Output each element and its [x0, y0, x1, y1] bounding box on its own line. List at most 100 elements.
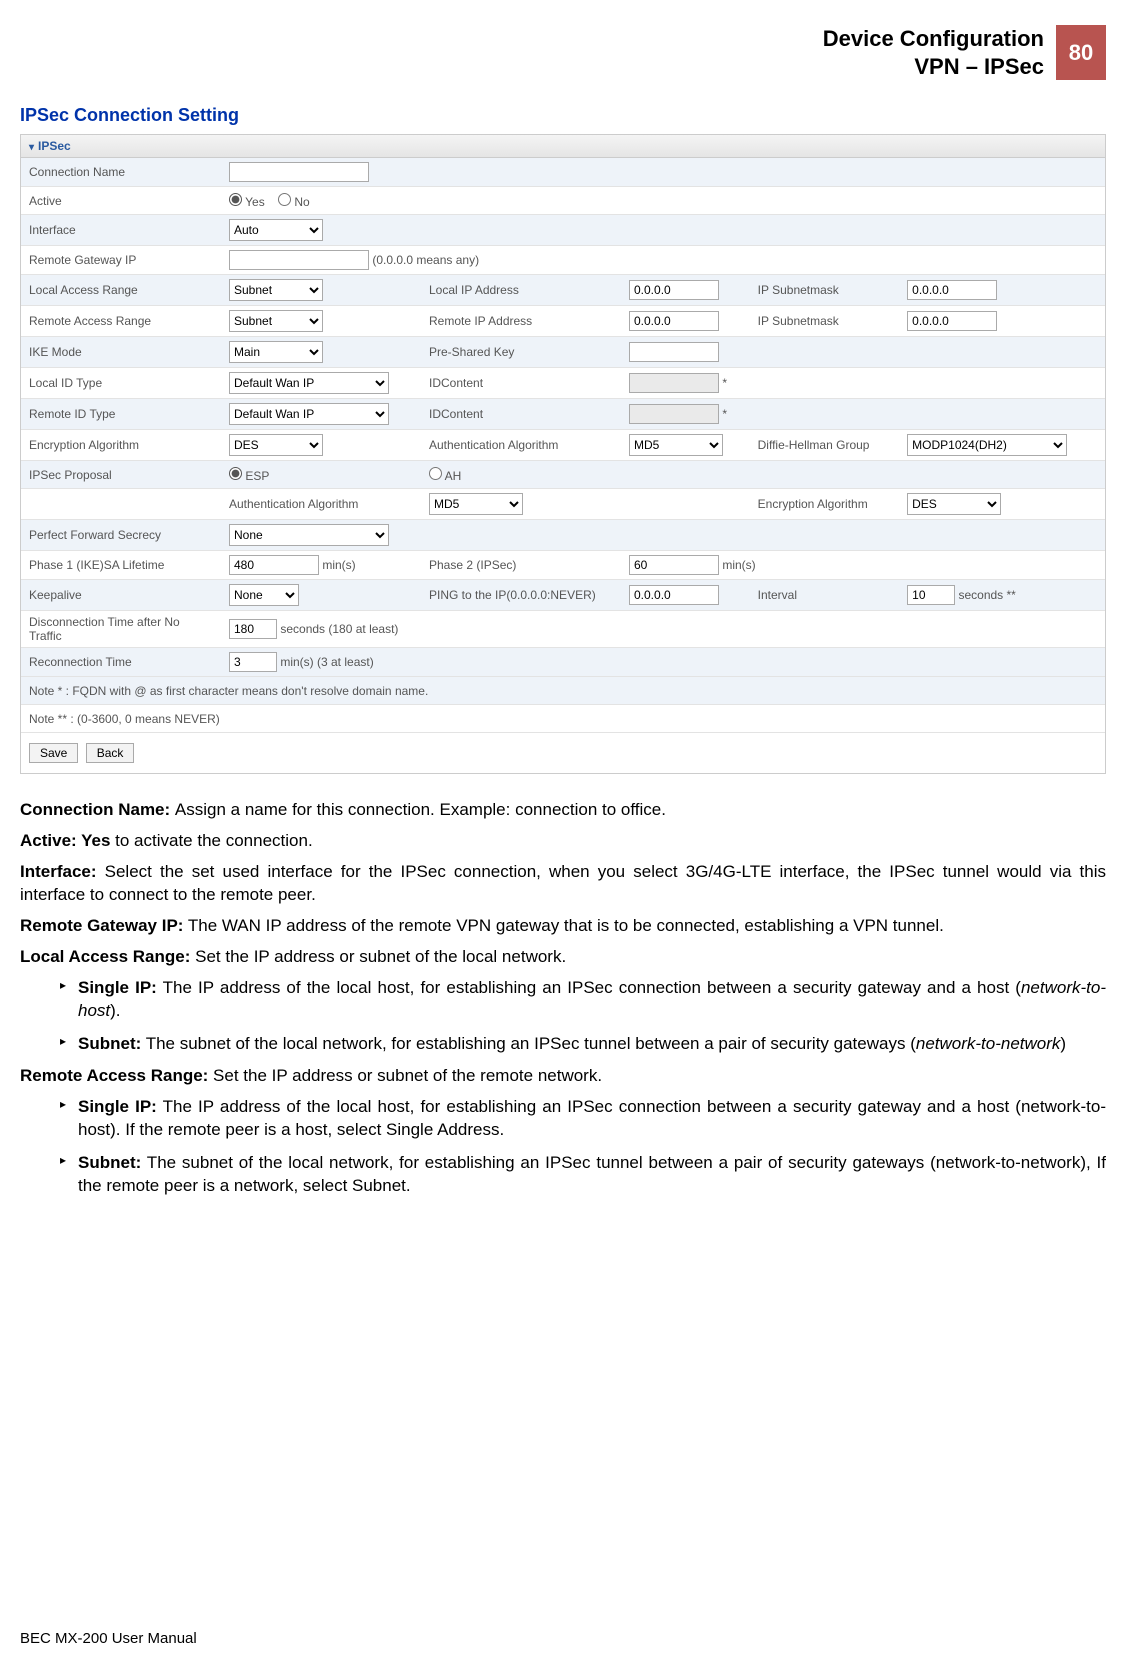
- remote-gw-input[interactable]: [229, 250, 369, 270]
- enc-algo-label: Encryption Algorithm: [21, 430, 221, 461]
- interval-unit: seconds **: [958, 588, 1015, 602]
- keepalive-select[interactable]: None: [229, 584, 299, 606]
- esp-text: ESP: [245, 469, 269, 483]
- li2-text: The subnet of the local network, for est…: [141, 1034, 916, 1053]
- li3-text: The IP address of the local host, for es…: [78, 1097, 1106, 1139]
- remote-id-label: Remote ID Type: [21, 399, 221, 430]
- local-idcontent-input: [629, 373, 719, 393]
- remote-mask-input[interactable]: [907, 311, 997, 331]
- p6-text: Set the IP address or subnet of the remo…: [208, 1066, 602, 1085]
- active-no-radio[interactable]: [278, 193, 291, 206]
- page-number: 80: [1056, 25, 1106, 80]
- documentation-body: Connection Name: Assign a name for this …: [20, 799, 1106, 1198]
- p5-bold: Local Access Range:: [20, 947, 190, 966]
- disc-time-input[interactable]: [229, 619, 277, 639]
- p1-text: Assign a name for this connection. Examp…: [175, 800, 666, 819]
- local-id-star: *: [722, 376, 727, 390]
- proposal-auth-select[interactable]: MD5: [429, 493, 523, 515]
- active-label: Active: [21, 187, 221, 215]
- phase2-unit: min(s): [722, 558, 755, 572]
- remote-access-select[interactable]: Subnet: [229, 310, 323, 332]
- auth-algo-select[interactable]: MD5: [629, 434, 723, 456]
- li2-italic: network-to-network: [916, 1034, 1061, 1053]
- auth-algo-label: Authentication Algorithm: [421, 430, 621, 461]
- local-access-select[interactable]: Subnet: [229, 279, 323, 301]
- remote-idcontent-input: [629, 404, 719, 424]
- local-ip-label: Local IP Address: [421, 275, 621, 306]
- phase1-unit: min(s): [322, 558, 355, 572]
- p5-text: Set the IP address or subnet of the loca…: [190, 947, 566, 966]
- ah-text: AH: [445, 469, 462, 483]
- interval-input[interactable]: [907, 585, 955, 605]
- phase2-label: Phase 2 (IPSec): [421, 551, 621, 580]
- li3-bold: Single IP:: [78, 1097, 157, 1116]
- remote-mask-label: IP Subnetmask: [750, 306, 900, 337]
- p3-bold: Interface:: [20, 862, 97, 881]
- remote-id-star: *: [722, 407, 727, 421]
- local-mask-input[interactable]: [907, 280, 997, 300]
- phase2-input[interactable]: [629, 555, 719, 575]
- ping-input[interactable]: [629, 585, 719, 605]
- interface-label: Interface: [21, 215, 221, 246]
- proposal-auth-label: Authentication Algorithm: [221, 489, 421, 520]
- li1-end: ).: [110, 1001, 120, 1020]
- ah-radio[interactable]: [429, 467, 442, 480]
- li4-bold: Subnet:: [78, 1153, 141, 1172]
- active-yes-radio[interactable]: [229, 193, 242, 206]
- interface-select[interactable]: Auto: [229, 219, 323, 241]
- li1-text: The IP address of the local host, for es…: [157, 978, 1021, 997]
- p4-text: The WAN IP address of the remote VPN gat…: [183, 916, 943, 935]
- header-title-2: VPN – IPSec: [823, 53, 1044, 81]
- remote-access-label: Remote Access Range: [21, 306, 221, 337]
- phase1-input[interactable]: [229, 555, 319, 575]
- p6-bold: Remote Access Range:: [20, 1066, 208, 1085]
- interval-label: Interval: [750, 580, 900, 611]
- remote-ip-label: Remote IP Address: [421, 306, 621, 337]
- local-id-label: Local ID Type: [21, 368, 221, 399]
- ipsec-proposal-label: IPSec Proposal: [21, 461, 221, 489]
- save-button[interactable]: Save: [29, 743, 78, 763]
- local-ip-input[interactable]: [629, 280, 719, 300]
- p2-bold: Active: Yes: [20, 831, 110, 850]
- remote-id-select[interactable]: Default Wan IP: [229, 403, 389, 425]
- proposal-enc-select[interactable]: DES: [907, 493, 1001, 515]
- pfs-label: Perfect Forward Secrecy: [21, 520, 221, 551]
- header-title-1: Device Configuration: [823, 25, 1044, 53]
- active-no-text: No: [294, 195, 309, 209]
- back-button[interactable]: Back: [86, 743, 135, 763]
- remote-gw-label: Remote Gateway IP: [21, 246, 221, 275]
- local-id-select[interactable]: Default Wan IP: [229, 372, 389, 394]
- dh-select[interactable]: MODP1024(DH2): [907, 434, 1067, 456]
- pfs-select[interactable]: None: [229, 524, 389, 546]
- ike-mode-label: IKE Mode: [21, 337, 221, 368]
- connection-name-input[interactable]: [229, 162, 369, 182]
- remote-idcontent-label: IDContent: [421, 399, 621, 430]
- ike-mode-select[interactable]: Main: [229, 341, 323, 363]
- section-title: IPSec Connection Setting: [20, 105, 1106, 126]
- proposal-enc-label: Encryption Algorithm: [750, 489, 900, 520]
- enc-algo-select[interactable]: DES: [229, 434, 323, 456]
- remote-gw-hint: (0.0.0.0 means any): [372, 253, 479, 267]
- connection-name-label: Connection Name: [21, 158, 221, 187]
- esp-radio[interactable]: [229, 467, 242, 480]
- ipsec-config-panel: IPSec Connection Name Active Yes No Inte…: [20, 134, 1106, 774]
- li2-bold: Subnet:: [78, 1034, 141, 1053]
- psk-input[interactable]: [629, 342, 719, 362]
- p4-bold: Remote Gateway IP:: [20, 916, 183, 935]
- local-access-label: Local Access Range: [21, 275, 221, 306]
- active-yes-text: Yes: [245, 195, 265, 209]
- li1-bold: Single IP:: [78, 978, 157, 997]
- local-idcontent-label: IDContent: [421, 368, 621, 399]
- p2-text: to activate the connection.: [110, 831, 312, 850]
- panel-header[interactable]: IPSec: [21, 135, 1105, 158]
- reconn-input[interactable]: [229, 652, 277, 672]
- p3-text: Select the set used interface for the IP…: [20, 862, 1106, 904]
- p1-bold: Connection Name:: [20, 800, 175, 819]
- dh-label: Diffie-Hellman Group: [750, 430, 900, 461]
- li2-end: ): [1060, 1034, 1066, 1053]
- note-2: Note ** : (0-3600, 0 means NEVER): [21, 705, 1105, 733]
- li4-text: The subnet of the local network, for est…: [78, 1153, 1106, 1195]
- remote-ip-input[interactable]: [629, 311, 719, 331]
- reconn-unit: min(s) (3 at least): [280, 655, 373, 669]
- phase1-label: Phase 1 (IKE)SA Lifetime: [21, 551, 221, 580]
